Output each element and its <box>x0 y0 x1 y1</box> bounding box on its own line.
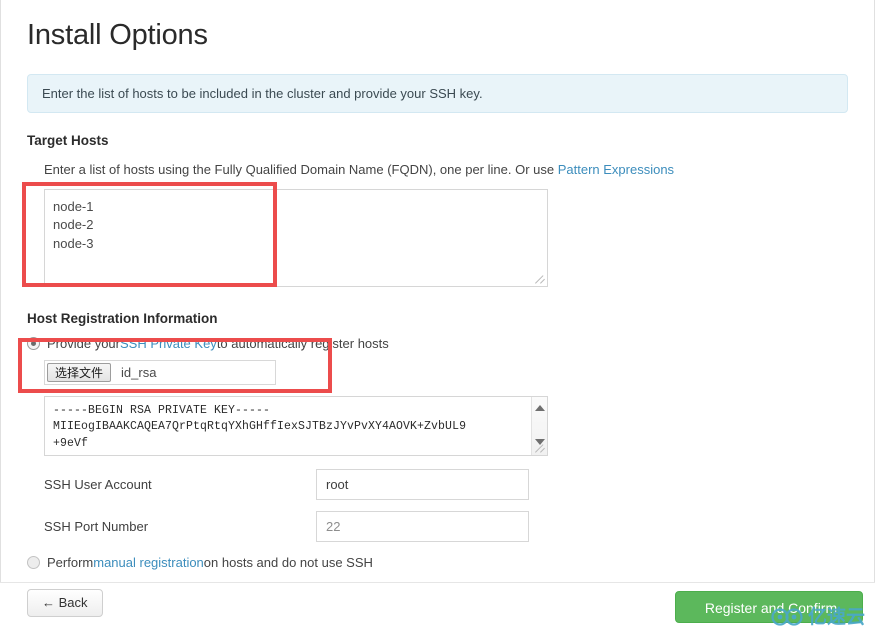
scroll-down-arrow-icon[interactable] <box>535 438 545 445</box>
watermark-text: 亿速云 <box>807 605 865 628</box>
manual-registration-link[interactable]: manual registration <box>93 555 204 570</box>
choose-file-button[interactable]: 选择文件 <box>47 362 112 382</box>
watermark: 亿速云 <box>770 607 865 627</box>
ssh-key-option-row[interactable]: Provide your SSH Private Key to automati… <box>27 336 875 351</box>
private-key-field-wrapper: -----BEGIN RSA PRIVATE KEY----- MIIEogIB… <box>0 395 875 458</box>
target-hosts-field-wrapper <box>0 188 875 291</box>
radio-manual-registration[interactable] <box>27 555 40 569</box>
ssh-private-key-link[interactable]: SSH Private Key <box>120 336 217 351</box>
manual-registration-option-row[interactable]: Perform manual registration on hosts and… <box>27 555 875 570</box>
ssh-port-number-label: SSH Port Number <box>44 518 149 534</box>
host-registration-section-title: Host Registration Information <box>27 310 218 326</box>
target-hosts-hint: Enter a list of hosts using the Fully Qu… <box>44 162 875 177</box>
info-alert: Enter the list of hosts to be included i… <box>27 73 848 113</box>
target-hosts-textarea[interactable] <box>44 188 548 287</box>
ssh-option-text-before: Provide your <box>47 335 120 351</box>
ssh-port-number-row: SSH Port Number <box>44 510 875 542</box>
ssh-user-account-row: SSH User Account <box>44 468 875 500</box>
info-alert-text: Enter the list of hosts to be included i… <box>42 85 483 101</box>
ssh-user-account-input[interactable] <box>316 468 529 500</box>
install-options-page: Install Options Enter the list of hosts … <box>0 0 875 570</box>
ssh-key-file-picker[interactable]: 选择文件 id_rsa <box>44 359 276 385</box>
target-hosts-section-title: Target Hosts <box>27 132 109 148</box>
manual-option-text-after: on hosts and do not use SSH <box>203 554 373 570</box>
pattern-expressions-link[interactable]: Pattern Expressions <box>558 162 674 177</box>
manual-option-text-before: Perform <box>47 554 94 570</box>
target-hosts-hint-text: Enter a list of hosts using the Fully Qu… <box>44 161 558 177</box>
yisuyun-logo-icon <box>770 607 804 627</box>
private-key-text: -----BEGIN RSA PRIVATE KEY----- MIIEogIB… <box>53 403 467 450</box>
page-title: Install Options <box>27 19 208 51</box>
chosen-file-name: id_rsa <box>121 364 157 380</box>
scroll-up-arrow-icon[interactable] <box>535 404 545 411</box>
back-button[interactable]: ← Back <box>27 589 103 617</box>
ssh-option-text-after: to automatically register hosts <box>216 335 389 351</box>
ssh-port-number-input[interactable] <box>316 510 529 542</box>
radio-ssh-private-key[interactable] <box>27 336 40 350</box>
private-key-scrollbar[interactable] <box>531 396 547 455</box>
footer-bar: ← Back Register and Confirm <box>0 582 875 631</box>
ssh-user-account-label: SSH User Account <box>44 476 152 492</box>
private-key-textarea[interactable]: -----BEGIN RSA PRIVATE KEY----- MIIEogIB… <box>44 395 548 456</box>
